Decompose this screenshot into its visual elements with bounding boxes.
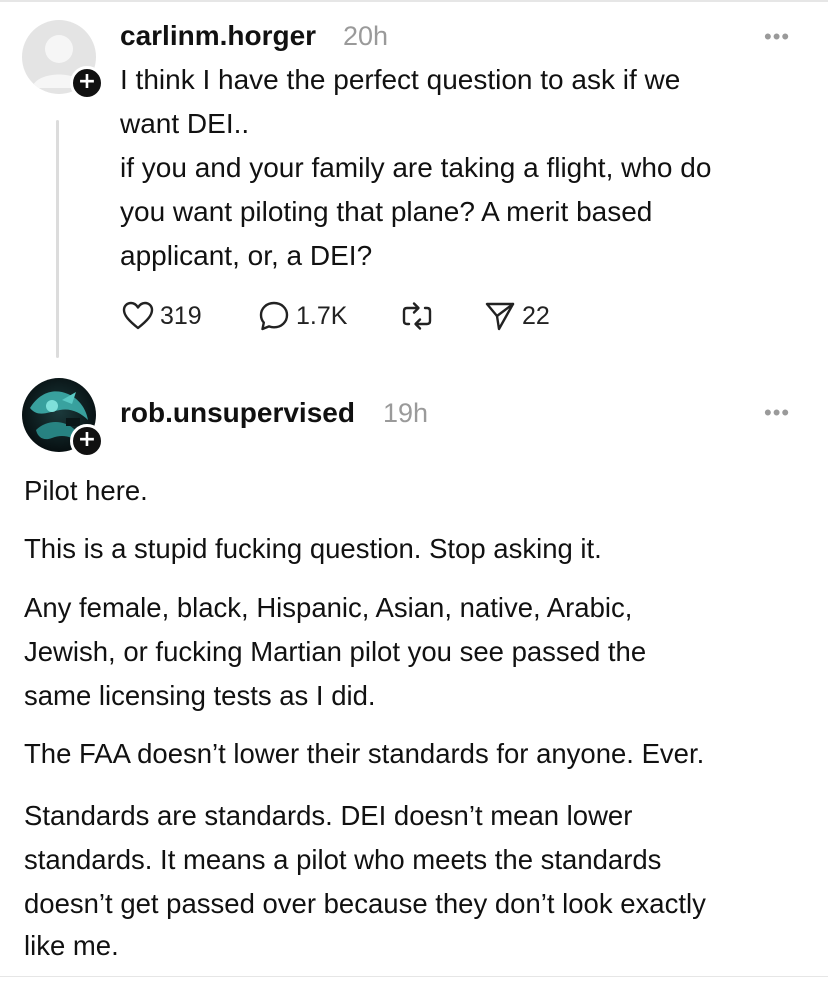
like-button[interactable]: 319 (122, 300, 202, 332)
reply-text-line: Standards are standards. DEI doesn’t mea… (24, 800, 633, 831)
like-count: 319 (160, 301, 202, 330)
reply-text-line: standards. It means a pilot who meets th… (24, 844, 662, 875)
post-text-line: I think I have the perfect question to a… (120, 64, 681, 95)
repost-button[interactable] (400, 300, 434, 332)
comment-bubble-icon (259, 301, 289, 331)
reply-username[interactable]: rob.unsupervised (120, 397, 355, 429)
post-text-line: you want piloting that plane? A merit ba… (120, 196, 653, 227)
repost-icon (402, 302, 432, 330)
reply-timestamp: 19h (383, 398, 429, 428)
reply-text-line: doesn’t get passed over because they don… (24, 888, 706, 919)
post-text-line: if you and your family are taking a flig… (120, 152, 712, 183)
reply-text-line: Any female, black, Hispanic, Asian, nati… (24, 592, 633, 623)
reply-more-icon[interactable]: ••• (764, 400, 790, 426)
reply-text-line: The FAA doesn’t lower their standards fo… (24, 738, 705, 769)
reply-text-line: same licensing tests as I did. (24, 680, 376, 711)
reply-text-line: Pilot here. (24, 475, 148, 506)
reply-avatar[interactable]: + (22, 378, 104, 458)
follow-plus-icon[interactable]: + (70, 66, 104, 100)
heart-icon (122, 301, 154, 330)
reply-count: 1.7K (296, 301, 348, 330)
post-username[interactable]: carlinm.horger (120, 20, 316, 52)
top-divider (0, 0, 828, 2)
reply-text-line: This is a stupid fucking question. Stop … (24, 533, 602, 564)
post-more-icon[interactable]: ••• (764, 24, 790, 50)
bottom-divider (0, 976, 828, 977)
post-text-line: want DEI.. (120, 108, 250, 139)
post-timestamp: 20h (343, 21, 389, 51)
reply-button[interactable]: 1.7K (258, 300, 347, 332)
post-avatar[interactable]: + (22, 20, 104, 100)
share-count: 22 (522, 301, 550, 330)
follow-plus-icon[interactable]: + (70, 424, 104, 458)
send-paper-plane-icon (485, 302, 515, 331)
share-button[interactable]: 22 (484, 300, 550, 332)
reply-text-line: like me. (24, 930, 119, 961)
reply-text-line: Jewish, or fucking Martian pilot you see… (24, 636, 647, 667)
post-text-line: applicant, or, a DEI? (120, 240, 373, 271)
thread-connector-line (56, 120, 59, 358)
